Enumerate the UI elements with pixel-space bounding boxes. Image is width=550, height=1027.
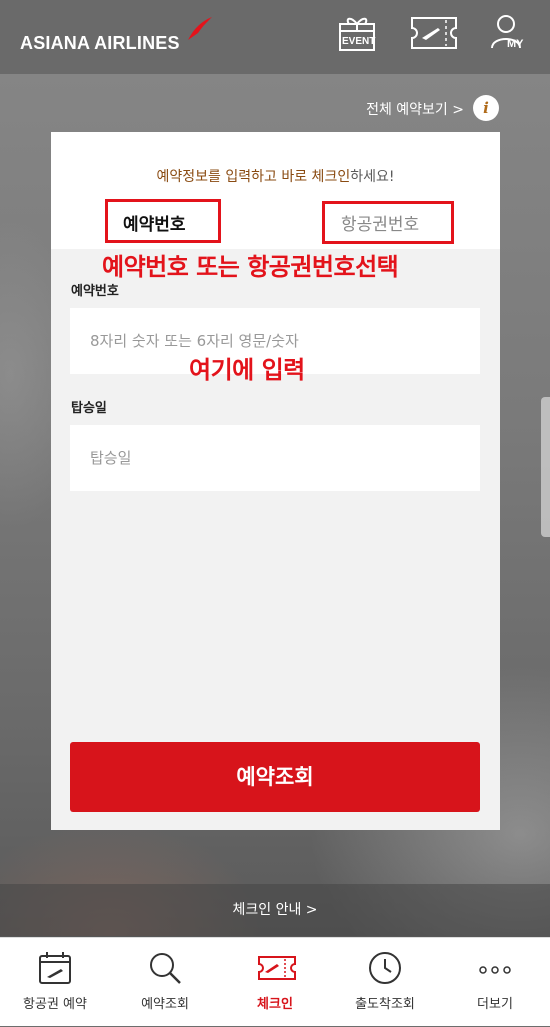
annotation-select-tab: 예약번호 또는 항공권번호선택 (102, 253, 399, 281)
annotation-box-ticket-tab (322, 201, 454, 244)
prompt-rest: 하세요! (350, 169, 395, 185)
my-label: MY (507, 38, 524, 50)
event-button[interactable]: EVENT (337, 14, 377, 52)
boarding-pass-icon (411, 17, 457, 49)
nav-label-reservation-lookup: 예약조회 (141, 997, 189, 1012)
nav-item-more[interactable]: 더보기 (440, 938, 550, 1027)
event-label: EVENT (342, 36, 376, 47)
nav-label-checkin: 체크인 (257, 997, 293, 1012)
nav-item-checkin[interactable]: 체크인 (220, 938, 330, 1027)
ticket-icon (258, 956, 296, 980)
view-all-reservations-link[interactable]: 전체 예약보기 > (366, 99, 464, 119)
boarding-pass-button[interactable] (410, 16, 458, 50)
my-page-button[interactable]: MY (490, 14, 530, 52)
search-icon (150, 953, 181, 984)
bottom-navigation: 항공권 예약 예약조회 체크인 출도착조회 더보기 (0, 937, 550, 1026)
annotation-enter-here: 여기에 입력 (189, 356, 305, 384)
boarding-date-label: 탑승일 (71, 401, 107, 416)
app-header: ASIANA AIRLINES EVENT MY (0, 0, 550, 74)
boarding-date-input[interactable]: 탑승일 (70, 425, 480, 491)
checkin-form-card: 예약정보를 입력하고 바로 체크인하세요! 예약번호 항공권번호 예약번호 또는… (51, 132, 500, 830)
scrollbar[interactable] (541, 397, 550, 537)
more-icon (479, 966, 511, 974)
calendar-plane-icon (39, 952, 71, 984)
checkin-guide-link[interactable]: 체크인 안내 > (0, 884, 550, 937)
asiana-logo[interactable]: ASIANA AIRLINES (20, 33, 180, 54)
reservation-number-label: 예약번호 (71, 284, 119, 299)
checkin-prompt: 예약정보를 입력하고 바로 체크인하세요! (51, 166, 500, 186)
clock-icon (369, 952, 401, 984)
nav-label-arrival-departure: 출도착조회 (355, 997, 415, 1012)
info-icon[interactable]: i (473, 95, 499, 121)
annotation-box-reservation-tab (105, 199, 221, 243)
logo-wing-icon (184, 14, 214, 48)
nav-item-arrival-departure[interactable]: 출도착조회 (330, 938, 440, 1027)
lookup-reservation-button[interactable]: 예약조회 (70, 742, 480, 812)
nav-label-book-ticket: 항공권 예약 (23, 997, 87, 1012)
nav-item-reservation-lookup[interactable]: 예약조회 (110, 938, 220, 1027)
prompt-highlight: 예약정보를 입력하고 바로 체크인 (156, 169, 351, 185)
nav-item-book-ticket[interactable]: 항공권 예약 (0, 938, 110, 1027)
nav-label-more: 더보기 (477, 997, 513, 1012)
